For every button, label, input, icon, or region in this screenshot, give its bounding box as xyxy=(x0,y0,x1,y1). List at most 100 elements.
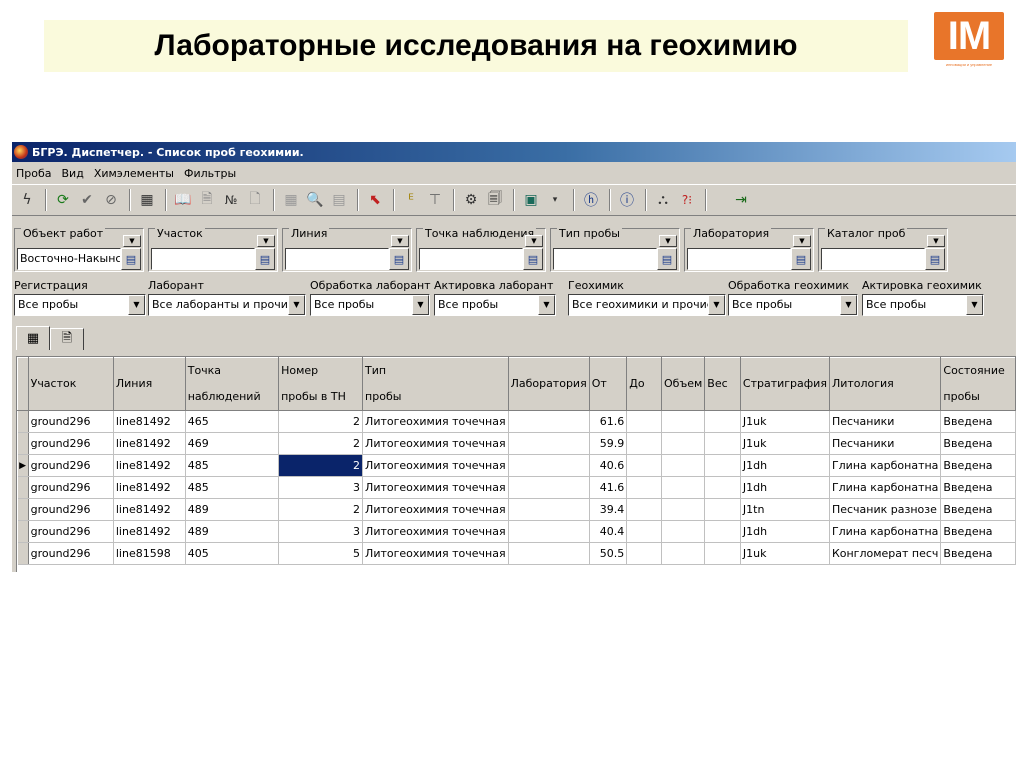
chevron-down-icon[interactable]: ▼ xyxy=(659,235,677,247)
table-cell[interactable]: J1uk xyxy=(740,432,830,455)
col-header[interactable]: Линия xyxy=(112,357,186,411)
table-row[interactable]: ground296 line81492 489 2 Литогеохимия точеч… xyxy=(17,498,1016,521)
table-cell[interactable]: 5 xyxy=(278,542,364,565)
table-cell[interactable]: 405 xyxy=(185,542,280,565)
table-cell[interactable]: 39.4 xyxy=(589,498,628,521)
dropdown-arrow-icon[interactable]: ▾ xyxy=(544,189,566,211)
table-cell[interactable]: 485 xyxy=(185,476,280,499)
disabled-grid-icon[interactable]: ▦ xyxy=(280,189,302,211)
table-cell[interactable]: ground296 xyxy=(28,476,114,499)
table-cell[interactable]: Глина карбонатна xyxy=(829,520,942,543)
col-header[interactable]: Номер пробы в ТН xyxy=(278,357,364,411)
table-cell[interactable]: 2 xyxy=(278,410,364,433)
chevron-down-icon[interactable]: ▼ xyxy=(708,295,725,315)
table-cell[interactable]: Введена xyxy=(940,410,1016,433)
table-cell[interactable]: 41.6 xyxy=(589,476,628,499)
table-cell[interactable] xyxy=(626,432,663,455)
table-cell[interactable]: 3 xyxy=(278,476,364,499)
table-row[interactable]: ground296 line81492 465 2 Литогеохимия точеч… xyxy=(17,410,1016,433)
filter-object-input[interactable]: Восточно-Накынск xyxy=(17,248,121,270)
lookup-icon[interactable]: ▤ xyxy=(523,248,543,270)
table-row[interactable]: ground296 line81492 469 2 Литогеохимия точеч… xyxy=(17,432,1016,455)
row-indicator[interactable] xyxy=(17,476,29,499)
lookup-icon[interactable]: ▤ xyxy=(657,248,677,270)
table-cell[interactable]: 40.4 xyxy=(589,520,628,543)
document-icon[interactable]: 🗋 xyxy=(244,189,266,211)
row-indicator[interactable]: ▶ xyxy=(17,454,29,477)
chevron-down-icon[interactable]: ▼ xyxy=(840,295,857,315)
lookup-icon[interactable]: ▤ xyxy=(389,248,409,270)
query-icon[interactable]: ?⁝ xyxy=(676,189,698,211)
table-cell[interactable] xyxy=(704,542,741,565)
table-cell[interactable] xyxy=(508,498,590,521)
table-cell[interactable]: 2 xyxy=(278,498,364,521)
table-cell[interactable]: Литогеохимия точечная xyxy=(362,520,509,543)
table-cell[interactable] xyxy=(704,454,741,477)
report-icon[interactable]: 🗐 xyxy=(484,189,506,211)
help-icon[interactable]: ⓗ xyxy=(580,189,602,211)
table-cell[interactable]: line81598 xyxy=(113,542,186,565)
table-cell[interactable] xyxy=(626,542,663,565)
table-cell[interactable]: 469 xyxy=(185,432,280,455)
filter-geo-processing-select[interactable]: Все пробы ▼ xyxy=(728,294,858,316)
table-cell[interactable]: ground296 xyxy=(28,432,114,455)
chevron-down-icon[interactable]: ▼ xyxy=(966,295,983,315)
table-cell[interactable]: line81492 xyxy=(113,520,186,543)
chevron-down-icon[interactable]: ▼ xyxy=(288,295,305,315)
table-cell[interactable]: line81492 xyxy=(113,410,186,433)
row-indicator[interactable] xyxy=(17,498,29,521)
menu-chem-elements[interactable]: Химэлементы xyxy=(94,167,174,180)
menu-view[interactable]: Вид xyxy=(62,167,84,180)
lookup-icon[interactable]: ▤ xyxy=(791,248,811,270)
table-cell[interactable] xyxy=(626,520,663,543)
col-header[interactable]: Состояние пробы xyxy=(940,357,1016,411)
table-cell[interactable] xyxy=(508,520,590,543)
table-cell[interactable]: line81492 xyxy=(113,476,186,499)
grid-icon[interactable]: ▦ xyxy=(136,189,158,211)
table-cell[interactable]: Литогеохимия точечная xyxy=(362,476,509,499)
gears-icon[interactable]: ⚙ xyxy=(460,189,482,211)
table-cell[interactable]: J1uk xyxy=(740,410,830,433)
lookup-icon[interactable]: ▤ xyxy=(255,248,275,270)
table-cell[interactable]: J1tn xyxy=(740,498,830,521)
filter-sample-type-input[interactable] xyxy=(553,248,657,270)
row-indicator[interactable] xyxy=(17,542,29,565)
table-cell[interactable] xyxy=(508,476,590,499)
chevron-down-icon[interactable]: ▼ xyxy=(123,235,141,247)
table-cell[interactable] xyxy=(508,410,590,433)
table-cell[interactable]: Введена xyxy=(940,542,1016,565)
table-cell[interactable] xyxy=(661,498,706,521)
table-cell[interactable]: Литогеохимия точечная xyxy=(362,454,509,477)
table-cell[interactable] xyxy=(704,476,741,499)
table-cell[interactable]: 3 xyxy=(278,520,364,543)
table-cell[interactable] xyxy=(626,498,663,521)
table-cell[interactable]: line81492 xyxy=(113,498,186,521)
col-header[interactable]: Литология xyxy=(828,357,942,411)
table-cell[interactable]: 489 xyxy=(185,520,280,543)
table-cell[interactable]: 59.9 xyxy=(589,432,628,455)
table-cell[interactable]: 485 xyxy=(185,454,280,477)
row-indicator[interactable] xyxy=(17,410,29,433)
table-cell[interactable] xyxy=(704,498,741,521)
binoculars-icon[interactable]: ⛬ xyxy=(652,189,674,211)
chevron-down-icon[interactable]: ▼ xyxy=(128,295,145,315)
chevron-down-icon[interactable]: ▼ xyxy=(391,235,409,247)
table-cell[interactable]: J1uk xyxy=(740,542,830,565)
col-header[interactable]: До xyxy=(626,357,663,411)
chevron-down-icon[interactable]: ▼ xyxy=(412,295,429,315)
cancel-icon[interactable]: ⊘ xyxy=(100,189,122,211)
table-cell[interactable]: Литогеохимия точечная xyxy=(362,498,509,521)
table-cell[interactable]: 40.6 xyxy=(589,454,628,477)
filter-laborant-select[interactable]: Все лаборанты и прочие ▼ xyxy=(148,294,306,316)
table-cell[interactable] xyxy=(661,542,706,565)
col-header[interactable]: Тип пробы xyxy=(362,357,509,411)
table-cell[interactable] xyxy=(508,432,590,455)
chevron-down-icon[interactable]: ▼ xyxy=(538,295,555,315)
window-titlebar[interactable]: БГРЭ. Диспетчер. - Список проб геохимии. xyxy=(12,142,1016,162)
filter-lab-processing-select[interactable]: Все пробы ▼ xyxy=(310,294,430,316)
import-icon[interactable]: ⬉ xyxy=(364,189,386,211)
row-indicator[interactable] xyxy=(17,520,29,543)
filter-geochemist-select[interactable]: Все геохимики и прочие ▼ xyxy=(568,294,726,316)
row-indicator[interactable] xyxy=(17,432,29,455)
samples-grid[interactable]: Участок Линия Точка наблюдений Номер пробы… xyxy=(16,356,1016,572)
